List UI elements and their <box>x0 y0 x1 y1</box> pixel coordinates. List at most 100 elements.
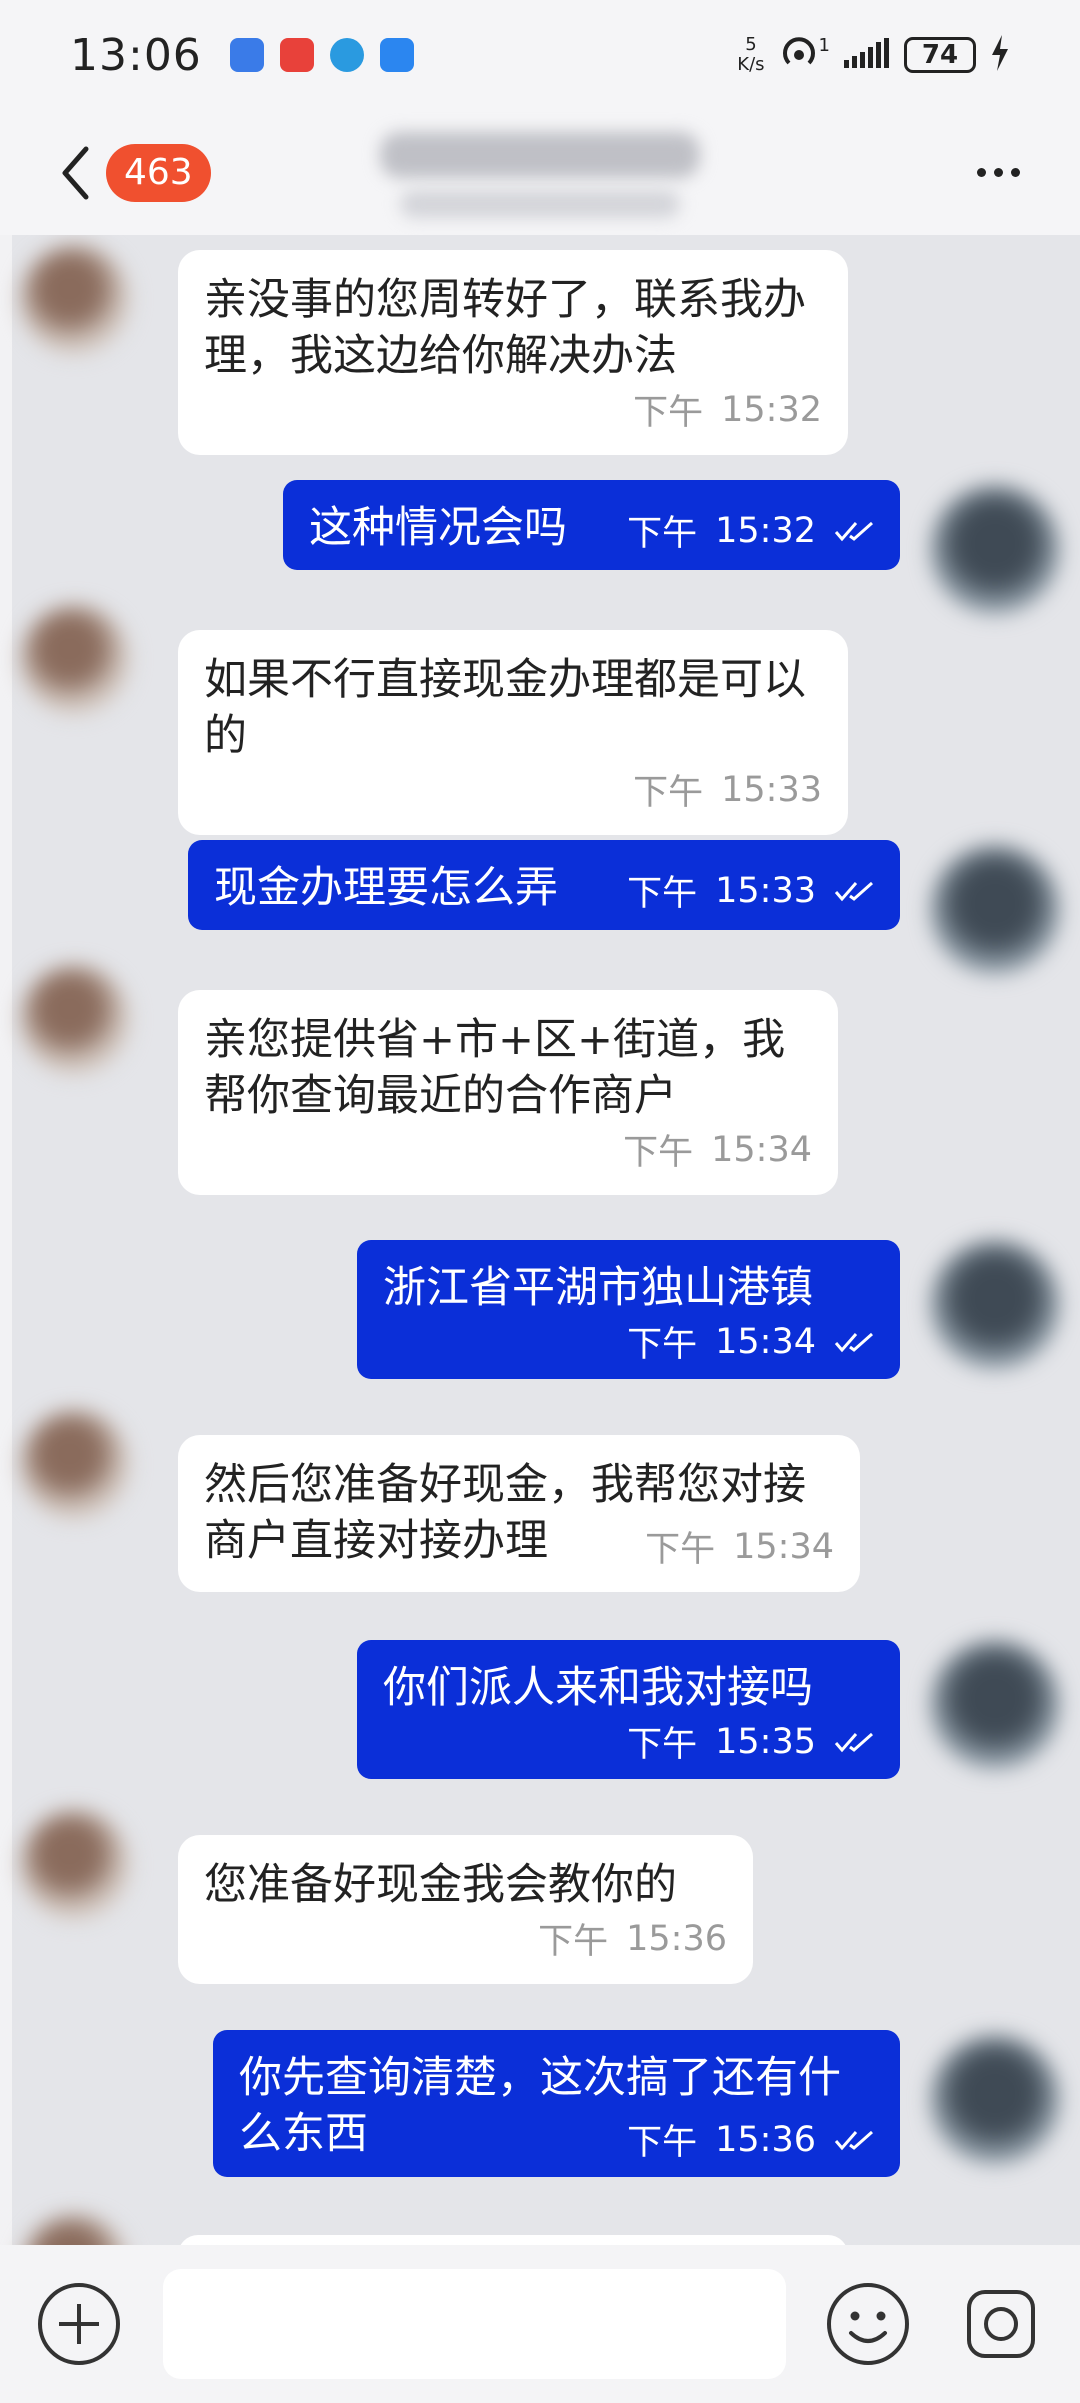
my-avatar[interactable] <box>930 1640 1060 1770</box>
message-bubble[interactable]: 亲您提供省+市+区+街道，我帮你查询最近的合作商户 下午 15:34 <box>178 990 838 1195</box>
message-bubble[interactable]: 如果不行直接现金办理都是可以的 下午 15:33 <box>178 630 848 835</box>
signal-badge: 1 <box>818 34 830 56</box>
more-options-icon[interactable] <box>977 168 1020 177</box>
message-bubble[interactable]: 您准备好现金我会教你的 下午 15:36 <box>178 1835 753 1984</box>
usb-icon <box>229 38 264 72</box>
my-avatar[interactable] <box>930 485 1060 615</box>
message-time: 15:32 <box>721 389 822 430</box>
message-text: 您准备好现金我会教你的 <box>204 1860 677 1910</box>
unread-count-badge[interactable]: 463 <box>106 143 211 202</box>
sticker-icon[interactable] <box>957 2280 1044 2368</box>
message-time: 15:34 <box>733 1526 834 1567</box>
weather-icon <box>379 38 414 72</box>
message-bubble[interactable]: 然后您准备好现金，我帮您对接商户直接对接办理 下午 15:34 <box>178 1435 860 1592</box>
message-text: 亲没事的您周转好了，联系我办理，我这边给你解决办法 <box>204 275 806 381</box>
contact-avatar[interactable] <box>20 245 130 355</box>
message-time: 15:32 <box>715 510 816 551</box>
message-incoming[interactable]: 亲您提供省+市+区+街道，我帮你查询最近的合作商户 下午 15:34 <box>178 990 838 1195</box>
message-period: 下午 <box>627 2123 698 2163</box>
message-incoming[interactable]: 亲没事的您周转好了，联系我办理，我这边给你解决办法 下午 15:32 <box>178 250 848 455</box>
message-outgoing[interactable]: 浙江省平湖市独山港镇 下午 15:34 <box>357 1240 900 1379</box>
message-period: 下午 <box>633 773 704 813</box>
status-time: 13:06 <box>70 29 202 81</box>
my-avatar[interactable] <box>930 1240 1060 1370</box>
message-period: 下午 <box>645 1530 716 1570</box>
charging-icon <box>990 35 1010 75</box>
message-list[interactable]: 亲没事的您周转好了，联系我办理，我这边给你解决办法 下午 15:32 这种情况会… <box>0 235 1080 2245</box>
double-check-icon <box>834 521 873 541</box>
message-time: 15:36 <box>715 2119 816 2160</box>
contact-avatar[interactable] <box>20 1810 130 1920</box>
message-meta: 下午 15:33 <box>627 865 876 916</box>
message-time: 15:34 <box>715 1321 816 1362</box>
message-time: 15:33 <box>715 870 816 911</box>
network-speed-unit: K/s <box>737 54 765 75</box>
message-time: 15:34 <box>711 1129 812 1170</box>
message-outgoing[interactable]: 你们派人来和我对接吗 下午 15:35 <box>357 1640 900 1779</box>
message-incoming[interactable]: 如果不行直接现金办理都是可以的 下午 15:33 <box>178 630 848 835</box>
status-bar: 13:06 5 K/s 1 74 <box>0 0 1080 110</box>
back-chevron-icon[interactable] <box>60 143 100 203</box>
chat-screen: 13:06 5 K/s 1 74 463 亲没事的您周转好了，联系我办理，我这边… <box>0 0 1080 2403</box>
chat-subtitle-redacted <box>400 190 680 218</box>
message-text: 浙江省平湖市独山港镇 <box>383 1263 813 1313</box>
message-period: 下午 <box>627 1725 698 1765</box>
message-outgoing[interactable]: 你先查询清楚，这次搞了还有什么东西 下午 15:36 <box>213 2030 900 2177</box>
message-period: 下午 <box>538 1922 609 1962</box>
hotspot-icon <box>779 33 819 77</box>
message-meta: 下午 15:36 <box>204 1913 727 1964</box>
double-check-icon <box>834 2130 873 2150</box>
message-meta: 下午 15:32 <box>204 384 822 435</box>
chat-title-redacted <box>380 132 700 178</box>
message-bubble[interactable]: 你们派人来和我对接吗 下午 15:35 <box>357 1640 900 1779</box>
message-bubble[interactable]: 这种情况会吗 下午 15:32 <box>283 480 900 570</box>
my-avatar[interactable] <box>930 845 1060 975</box>
message-time: 15:33 <box>721 769 822 810</box>
message-incoming[interactable]: 然后您准备好现金，我帮您对接商户直接对接办理 下午 15:34 <box>178 1435 860 1592</box>
status-indicators: 5 K/s 1 74 <box>737 33 1010 77</box>
message-input[interactable] <box>162 2269 787 2379</box>
partial-message-bubble <box>178 2235 848 2245</box>
message-text: 你们派人来和我对接吗 <box>383 1663 813 1713</box>
status-app-icons <box>229 38 414 72</box>
contact-avatar[interactable] <box>20 605 130 715</box>
message-period: 下午 <box>627 1325 698 1365</box>
message-text: 如果不行直接现金办理都是可以的 <box>204 655 806 761</box>
battery-indicator: 74 <box>904 37 976 73</box>
message-outgoing[interactable]: 这种情况会吗 下午 15:32 <box>283 480 900 570</box>
double-check-icon <box>834 881 873 901</box>
message-outgoing[interactable]: 现金办理要怎么弄 下午 15:33 <box>188 840 900 930</box>
message-period: 下午 <box>623 1133 694 1173</box>
message-time: 15:36 <box>626 1918 727 1959</box>
signal-icon <box>844 38 890 72</box>
message-incoming[interactable]: 您准备好现金我会教你的 下午 15:36 <box>178 1835 753 1984</box>
message-meta: 下午 15:32 <box>627 505 876 556</box>
message-period: 下午 <box>627 874 698 914</box>
network-speed-value: 5 <box>745 34 757 55</box>
message-bubble[interactable]: 亲没事的您周转好了，联系我办理，我这边给你解决办法 下午 15:32 <box>178 250 848 455</box>
message-meta: 下午 15:33 <box>204 764 822 815</box>
edge-strip <box>0 235 12 2245</box>
double-check-icon <box>834 1332 873 1352</box>
contact-avatar[interactable] <box>20 965 130 1075</box>
message-bubble[interactable]: 浙江省平湖市独山港镇 下午 15:34 <box>357 1240 900 1379</box>
message-text: 亲您提供省+市+区+街道，我帮你查询最近的合作商户 <box>204 1015 786 1121</box>
message-meta: 下午 15:34 <box>204 1124 812 1175</box>
contact-avatar[interactable] <box>20 2215 130 2245</box>
my-avatar[interactable] <box>930 2035 1060 2165</box>
message-time: 15:35 <box>715 1721 816 1762</box>
message-period: 下午 <box>633 393 704 433</box>
chat-header: 463 <box>0 110 1080 235</box>
message-meta: 下午 15:35 <box>383 1716 876 1767</box>
huawei-app-icon <box>279 38 314 72</box>
message-bubble[interactable]: 现金办理要怎么弄 下午 15:33 <box>188 840 900 930</box>
message-bubble[interactable]: 你先查询清楚，这次搞了还有什么东西 下午 15:36 <box>213 2030 900 2177</box>
message-text: 这种情况会吗 <box>309 503 567 553</box>
add-attachment-icon[interactable] <box>36 2280 123 2368</box>
emoji-icon[interactable] <box>824 2280 911 2368</box>
telegram-icon <box>329 38 364 72</box>
message-text: 现金办理要怎么弄 <box>214 863 558 913</box>
message-meta: 下午 15:34 <box>383 1316 876 1367</box>
double-check-icon <box>834 1732 873 1752</box>
contact-avatar[interactable] <box>20 1410 130 1520</box>
